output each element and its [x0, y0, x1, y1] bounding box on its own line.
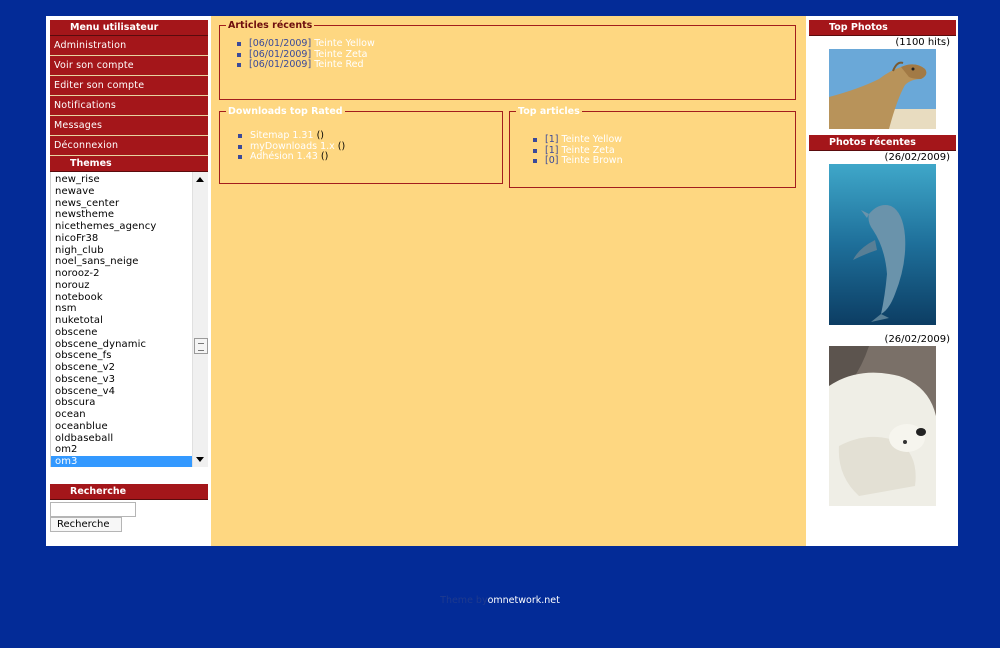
theme-option[interactable]: news_center: [51, 198, 193, 210]
theme-option[interactable]: new_rise: [51, 174, 193, 186]
theme-option[interactable]: oceanblue: [51, 421, 193, 433]
theme-option[interactable]: obscura: [51, 397, 193, 409]
theme-option[interactable]: nsm: [51, 303, 193, 315]
download-count: (): [337, 140, 346, 152]
top-articles-title: Top articles: [518, 106, 580, 117]
theme-option[interactable]: obscene: [51, 327, 193, 339]
download-link[interactable]: Sitemap 1.31: [250, 130, 314, 141]
top-articles-list: [1] Teinte Yellow [1] Teinte Zeta [0] Te…: [533, 134, 795, 167]
theme-option[interactable]: newstheme: [51, 209, 193, 221]
recent-articles-title: Articles récents: [228, 20, 313, 31]
article-count: [1]: [545, 144, 559, 156]
menu-item-edit-account[interactable]: Editer son compte: [50, 76, 208, 96]
download-link[interactable]: myDownloads 1.x: [250, 141, 335, 152]
downloads-list: Sitemap 1.31 () myDownloads 1.x () Adhés…: [238, 130, 502, 163]
left-sidebar: Menu utilisateur Administration Voir son…: [50, 20, 208, 532]
recent-photo-caption: (26/02/2009): [884, 152, 950, 163]
user-menu-title: Menu utilisateur: [50, 20, 208, 36]
page-container: Menu utilisateur Administration Voir son…: [46, 16, 958, 546]
recent-articles-box: Articles récents [06/01/2009] Teinte Yel…: [219, 20, 796, 100]
article-date: [06/01/2009]: [249, 59, 312, 70]
download-count: (): [320, 151, 329, 162]
menu-item-administration[interactable]: Administration: [50, 36, 208, 56]
theme-option[interactable]: norouz: [51, 280, 193, 292]
polar-bear-photo[interactable]: [829, 346, 936, 506]
article-date: [06/01/2009]: [249, 48, 312, 60]
theme-option[interactable]: obscene_dynamic: [51, 339, 193, 351]
article-link[interactable]: Teinte Brown: [562, 155, 623, 166]
download-link[interactable]: Adhésion 1.43: [250, 151, 318, 162]
download-count: (): [316, 130, 324, 141]
article-count: [1]: [545, 134, 559, 145]
footer: Theme byomnetwork.net: [0, 595, 1000, 606]
article-link[interactable]: Teinte Zeta: [562, 145, 615, 156]
downloads-top-rated-box: Downloads top Rated Sitemap 1.31 () myDo…: [219, 106, 503, 184]
theme-option[interactable]: oldbaseball: [51, 433, 193, 445]
recent-photos-title: Photos récentes: [809, 135, 956, 151]
theme-option[interactable]: obscene_v2: [51, 362, 193, 374]
top-photos-title: Top Photos: [809, 20, 956, 36]
theme-option[interactable]: ocean: [51, 409, 193, 421]
article-link[interactable]: Teinte Yellow: [314, 38, 375, 49]
menu-item-messages[interactable]: Messages: [50, 116, 208, 136]
article-link[interactable]: Teinte Red: [314, 59, 363, 70]
menu-item-notifications[interactable]: Notifications: [50, 96, 208, 116]
theme-option[interactable]: nicoFr38: [51, 233, 193, 245]
top-photo-caption: (1100 hits): [895, 37, 950, 48]
article-count: [0]: [545, 155, 559, 166]
theme-option[interactable]: noel_sans_neige: [51, 256, 193, 268]
scroll-down-icon[interactable]: [196, 457, 204, 462]
right-sidebar: Top Photos (1100 hits) Photos récentes (…: [809, 20, 956, 506]
top-articles-box: Top articles [1] Teinte Yellow [1] Teint…: [509, 106, 796, 188]
dolphin-photo[interactable]: [829, 164, 936, 325]
recent-photo-caption: (26/02/2009): [884, 334, 950, 345]
theme-option[interactable]: om3: [51, 456, 193, 467]
article-link[interactable]: Teinte Yellow: [562, 134, 623, 145]
menu-item-view-account[interactable]: Voir son compte: [50, 56, 208, 76]
theme-option[interactable]: obscene_fs: [51, 350, 193, 362]
theme-option[interactable]: nigh_club: [51, 245, 193, 257]
themes-listbox[interactable]: new_rise newave news_center newstheme niceth…: [50, 172, 208, 467]
search-input[interactable]: [50, 502, 136, 517]
theme-option[interactable]: notebook: [51, 292, 193, 304]
themes-list: new_rise newave news_center newstheme niceth…: [51, 174, 193, 467]
list-item: [0] Teinte Brown: [533, 155, 795, 167]
theme-option[interactable]: nicethemes_agency: [51, 221, 193, 233]
search-block: Recherche Recherche: [50, 484, 208, 532]
recent-articles-list: [06/01/2009] Teinte Yellow [06/01/2009] …: [237, 38, 795, 71]
downloads-top-rated-title: Downloads top Rated: [228, 106, 343, 117]
themes-scrollbar[interactable]: [192, 172, 208, 467]
scroll-thumb[interactable]: [194, 338, 208, 354]
footer-prefix: Theme by: [440, 595, 488, 606]
menu-item-logout[interactable]: Déconnexion: [50, 136, 208, 156]
theme-option[interactable]: norooz-2: [51, 268, 193, 280]
theme-option[interactable]: obscene_v4: [51, 386, 193, 398]
camel-photo[interactable]: [829, 49, 936, 129]
theme-option[interactable]: om2: [51, 444, 193, 456]
theme-option[interactable]: newave: [51, 186, 193, 198]
themes-title: Themes: [50, 156, 208, 172]
scroll-up-icon[interactable]: [196, 177, 204, 182]
article-link[interactable]: Teinte Zeta: [314, 49, 367, 60]
list-item: Adhésion 1.43 (): [238, 151, 502, 163]
article-date: [06/01/2009]: [249, 38, 312, 49]
search-button[interactable]: Recherche: [50, 517, 122, 532]
main-content: Articles récents [06/01/2009] Teinte Yel…: [211, 16, 806, 546]
theme-option[interactable]: obscene_v3: [51, 374, 193, 386]
search-title: Recherche: [50, 484, 208, 500]
footer-site-link[interactable]: omnetwork.net: [488, 595, 560, 606]
theme-option[interactable]: nuketotal: [51, 315, 193, 327]
list-item: [06/01/2009] Teinte Red: [237, 59, 795, 71]
